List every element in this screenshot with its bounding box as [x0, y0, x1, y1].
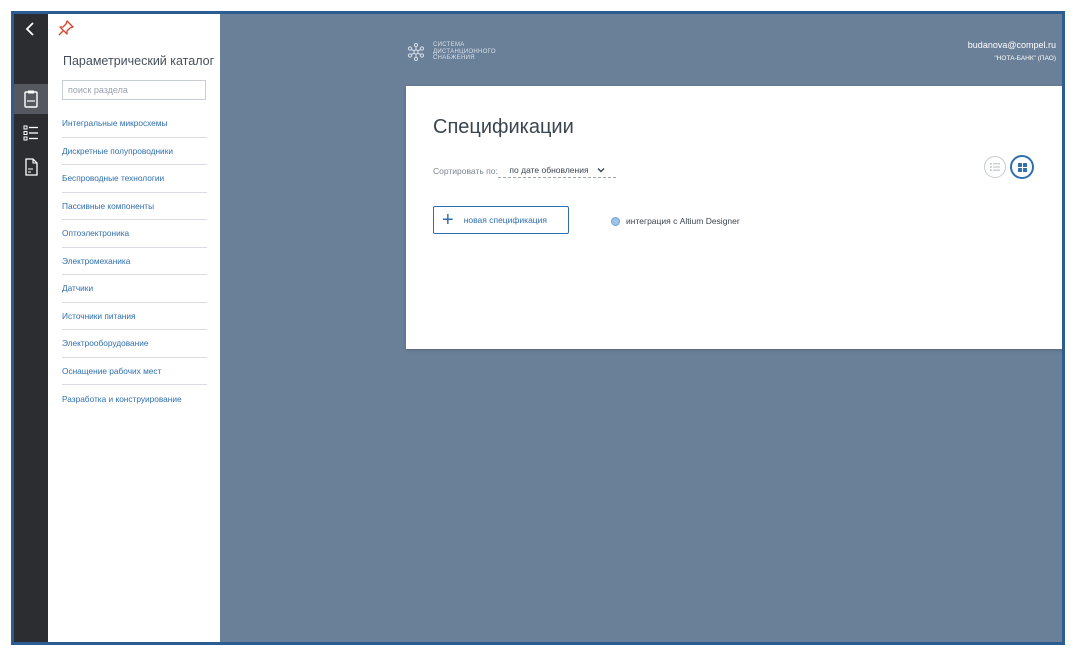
- user-organization: "НОТА-БАНК" (ПАО): [994, 55, 1056, 62]
- catalog-item[interactable]: Источники питания: [62, 303, 207, 330]
- chevron-down-icon: [597, 167, 605, 172]
- snowflake-logo-icon: [407, 42, 425, 62]
- sort-dropdown[interactable]: по дате обновления: [498, 162, 616, 178]
- section-search-input[interactable]: [62, 80, 206, 100]
- catalog-item[interactable]: Разработка и конструирование: [62, 385, 207, 413]
- grid-view-toggle[interactable]: [1010, 155, 1034, 179]
- specifications-card: Спецификации Сортировать по: по дате обн…: [406, 86, 1062, 349]
- new-specification-button[interactable]: + новая спецификация: [433, 206, 569, 234]
- sort-label: Сортировать по:: [433, 166, 498, 176]
- catalog-item[interactable]: Интегральные микросхемы: [62, 110, 207, 138]
- catalog-item[interactable]: Оптоэлектроника: [62, 220, 207, 248]
- document-icon[interactable]: [14, 152, 48, 182]
- user-email: budanova@compel.ru: [967, 40, 1056, 50]
- catalog-panel: Параметрический каталог Интегральные мик…: [48, 14, 220, 642]
- logo-text: СИСТЕМА ДИСТАНЦИОННОГО СНАБЖЕНИЯ: [433, 42, 496, 62]
- catalog-title: Параметрический каталог: [63, 54, 215, 68]
- chevron-left-icon[interactable]: [23, 20, 39, 38]
- clipboard-icon[interactable]: [14, 84, 48, 114]
- screen-frame: Параметрический каталог Интегральные мик…: [0, 0, 1071, 653]
- main-area: СИСТЕМА ДИСТАНЦИОННОГО СНАБЖЕНИЯ budanov…: [220, 14, 1062, 642]
- altium-integration-label: интеграция с Altium Designer: [626, 216, 740, 226]
- user-info[interactable]: budanova@compel.ru "НОТА-БАНК" (ПАО): [968, 40, 1056, 62]
- pin-icon[interactable]: [58, 20, 74, 36]
- new-specification-label: новая спецификация: [463, 215, 548, 225]
- list-view-toggle[interactable]: [984, 156, 1006, 178]
- list-view-icon: [990, 163, 1000, 171]
- app-window: Параметрический каталог Интегральные мик…: [11, 11, 1065, 645]
- page-title: Спецификации: [433, 116, 574, 138]
- catalog-item[interactable]: Дискретные полупроводники: [62, 138, 207, 165]
- catalog-item[interactable]: Оснащение рабочих мест: [62, 358, 207, 385]
- altium-icon: [611, 216, 620, 226]
- icon-rail: [14, 14, 48, 642]
- logo[interactable]: СИСТЕМА ДИСТАНЦИОННОГО СНАБЖЕНИЯ: [405, 41, 496, 63]
- plus-icon: +: [442, 209, 454, 231]
- catalog-item[interactable]: Датчики: [62, 275, 207, 303]
- list-icon[interactable]: [14, 118, 48, 148]
- catalog-item[interactable]: Электрооборудование: [62, 330, 207, 358]
- catalog-item[interactable]: Беспроводные технологии: [62, 165, 207, 193]
- altium-integration-link[interactable]: интеграция с Altium Designer: [611, 216, 740, 226]
- grid-view-icon: [1017, 162, 1027, 172]
- catalog-list: Интегральные микросхемы Дискретные полуп…: [62, 110, 207, 413]
- catalog-item[interactable]: Электромеханика: [62, 248, 207, 275]
- sort-value: по дате обновления: [509, 164, 589, 175]
- catalog-item[interactable]: Пассивные компоненты: [62, 193, 207, 220]
